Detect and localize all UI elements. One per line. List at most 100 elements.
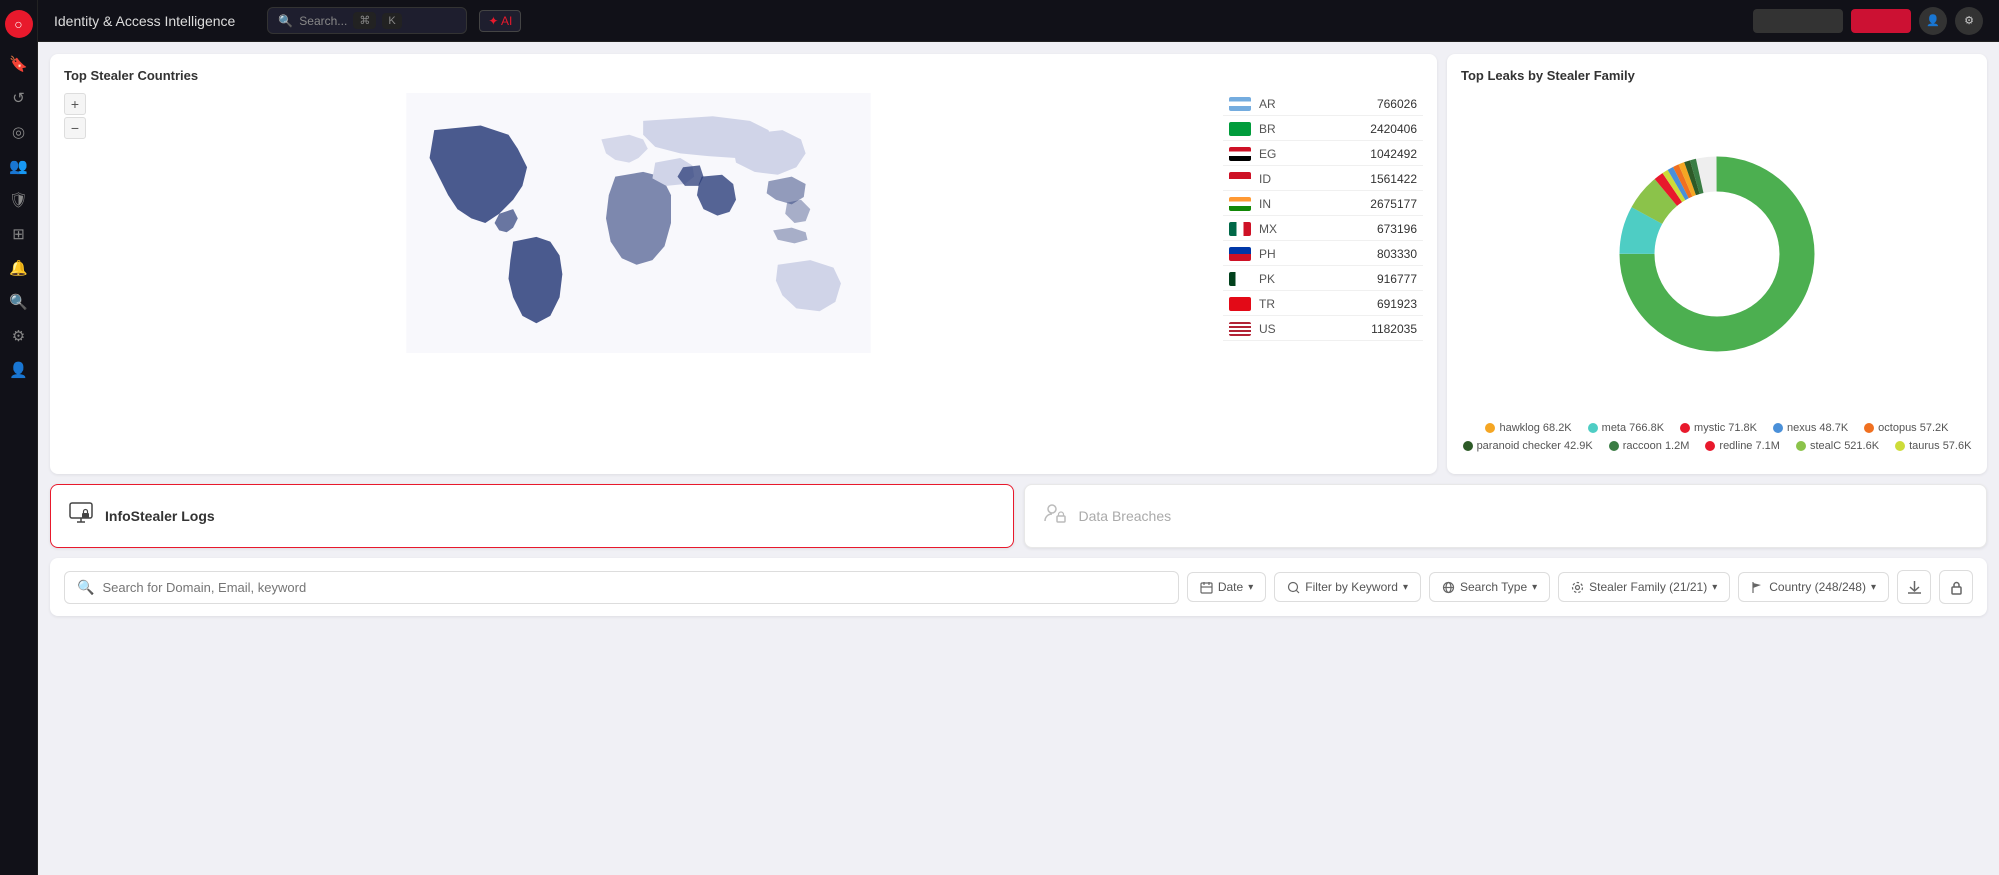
- legend-taurus: taurus 57.6K: [1895, 440, 1971, 452]
- sidebar-icon-user[interactable]: 👤: [5, 356, 33, 384]
- map-panel-title: Top Stealer Countries: [64, 68, 1423, 83]
- legend-label-meta: meta 766.8K: [1602, 422, 1664, 434]
- flag-mx: [1229, 222, 1251, 236]
- sidebar-icon-target[interactable]: ◎: [5, 118, 33, 146]
- country-row-eg: EG 1042492: [1223, 143, 1423, 166]
- sidebar-icon-bell[interactable]: 🔔: [5, 254, 33, 282]
- country-filter-button[interactable]: Country (248/248) ▾: [1738, 572, 1889, 602]
- header-right: 👤 ⚙: [1753, 7, 1983, 35]
- code-br: BR: [1259, 122, 1283, 136]
- legend-label-mystic: mystic 71.8K: [1694, 422, 1757, 434]
- stealer-family-label: Stealer Family (21/21): [1589, 580, 1707, 594]
- bottom-row: InfoStealer Logs Data Breaches: [50, 484, 1987, 548]
- code-us: US: [1259, 322, 1283, 336]
- search-type-chevron: ▾: [1532, 582, 1537, 593]
- legend-dot-stealc: [1796, 441, 1806, 451]
- flag-in: [1229, 197, 1251, 211]
- count-ph: 803330: [1377, 247, 1417, 261]
- country-row-br: BR 2420406: [1223, 118, 1423, 141]
- zoom-out-button[interactable]: −: [64, 117, 86, 139]
- lock-icon: [1949, 580, 1964, 595]
- user-avatar-2[interactable]: ⚙: [1955, 7, 1983, 35]
- legend-dot-meta: [1588, 423, 1598, 433]
- country-row-id: ID 1561422: [1223, 168, 1423, 191]
- keyword-filter-label: Filter by Keyword: [1305, 580, 1398, 594]
- sidebar-icon-search[interactable]: 🔍: [5, 288, 33, 316]
- legend-dot-octopus: [1864, 423, 1874, 433]
- legend-stealc: stealC 521.6K: [1796, 440, 1879, 452]
- code-ar: AR: [1259, 97, 1283, 111]
- legend-label-redline: redline 7.1M: [1719, 440, 1780, 452]
- sidebar-icon-users[interactable]: 👥: [5, 152, 33, 180]
- legend-mystic: mystic 71.8K: [1680, 422, 1757, 434]
- sidebar-icon-layers[interactable]: ⊞: [5, 220, 33, 248]
- infostealer-tab[interactable]: InfoStealer Logs: [50, 484, 1014, 548]
- count-tr: 691923: [1377, 297, 1417, 311]
- legend-label-raccoon: raccoon 1.2M: [1623, 440, 1690, 452]
- donut-panel-title: Top Leaks by Stealer Family: [1461, 68, 1973, 83]
- databreaches-icon: [1041, 499, 1069, 533]
- legend-nexus: nexus 48.7K: [1773, 422, 1848, 434]
- user-avatar[interactable]: 👤: [1919, 7, 1947, 35]
- sidebar-icon-gear[interactable]: ⚙: [5, 322, 33, 350]
- monitor-lock-icon: [67, 499, 95, 527]
- app-logo[interactable]: ○: [5, 10, 33, 38]
- download-icon: [1907, 580, 1922, 595]
- search-icon-small: 🔍: [77, 579, 94, 596]
- stealer-family-chevron: ▾: [1712, 582, 1717, 593]
- infostealer-tab-label: InfoStealer Logs: [105, 508, 215, 524]
- header: Identity & Access Intelligence 🔍 Search.…: [38, 0, 1999, 42]
- legend-octopus: octopus 57.2K: [1864, 422, 1948, 434]
- flag-eg: [1229, 147, 1251, 161]
- flag-us: [1229, 322, 1251, 336]
- zoom-in-button[interactable]: +: [64, 93, 86, 115]
- count-ar: 766026: [1377, 97, 1417, 111]
- map-controls: + −: [64, 93, 86, 139]
- date-filter-button[interactable]: Date ▾: [1187, 572, 1266, 602]
- count-mx: 673196: [1377, 222, 1417, 236]
- flag-tr: [1229, 297, 1251, 311]
- search-type-button[interactable]: Search Type ▾: [1429, 572, 1550, 602]
- code-ph: PH: [1259, 247, 1283, 261]
- keyword-filter-chevron: ▾: [1403, 582, 1408, 593]
- download-button[interactable]: [1897, 570, 1931, 604]
- legend-dot-paranoid: [1463, 441, 1473, 451]
- lock-button[interactable]: [1939, 570, 1973, 604]
- search-input[interactable]: [102, 580, 1165, 595]
- stealer-family-button[interactable]: Stealer Family (21/21) ▾: [1558, 572, 1730, 602]
- shortcut-k: K: [382, 13, 401, 29]
- country-row-ar: AR 766026: [1223, 93, 1423, 116]
- legend-redline: redline 7.1M: [1705, 440, 1780, 452]
- legend-label-stealc: stealC 521.6K: [1810, 440, 1879, 452]
- legend-label-hawklog: hawklog 68.2K: [1499, 422, 1571, 434]
- country-row-in: IN 2675177: [1223, 193, 1423, 216]
- sidebar-icon-shield[interactable]: 🛡: [5, 186, 33, 214]
- sidebar-icon-bookmark[interactable]: 🔖: [5, 50, 33, 78]
- filter-icon: [1287, 581, 1300, 594]
- country-list: AR 766026 BR 2420406 EG 1042492: [1223, 93, 1423, 460]
- legend-dot-taurus: [1895, 441, 1905, 451]
- legend-dot-redline: [1705, 441, 1715, 451]
- legend-raccoon: raccoon 1.2M: [1609, 440, 1690, 452]
- top-row: Top Stealer Countries + −: [50, 54, 1987, 474]
- globe-icon: [1442, 581, 1455, 594]
- search-type-label: Search Type: [1460, 580, 1527, 594]
- infostealer-tab-header: InfoStealer Logs: [51, 485, 1013, 547]
- databreaches-tab[interactable]: Data Breaches: [1024, 484, 1988, 548]
- world-map: [64, 93, 1213, 353]
- ai-badge[interactable]: ✦ AI: [479, 10, 521, 32]
- date-filter-label: Date: [1218, 580, 1243, 594]
- country-row-pk: PK 916777: [1223, 268, 1423, 291]
- legend-dot-hawklog: [1485, 423, 1495, 433]
- global-search[interactable]: 🔍 Search... ⌘ K: [267, 7, 467, 34]
- country-row-us: US 1182035: [1223, 318, 1423, 341]
- map-panel: Top Stealer Countries + −: [50, 54, 1437, 474]
- keyword-filter-button[interactable]: Filter by Keyword ▾: [1274, 572, 1421, 602]
- sidebar-icon-refresh[interactable]: ↺: [5, 84, 33, 112]
- donut-panel: Top Leaks by Stealer Family: [1447, 54, 1987, 474]
- count-us: 1182035: [1371, 322, 1417, 336]
- count-in: 2675177: [1370, 197, 1417, 211]
- code-id: ID: [1259, 172, 1283, 186]
- legend-dot-nexus: [1773, 423, 1783, 433]
- search-input-wrap[interactable]: 🔍: [64, 571, 1179, 604]
